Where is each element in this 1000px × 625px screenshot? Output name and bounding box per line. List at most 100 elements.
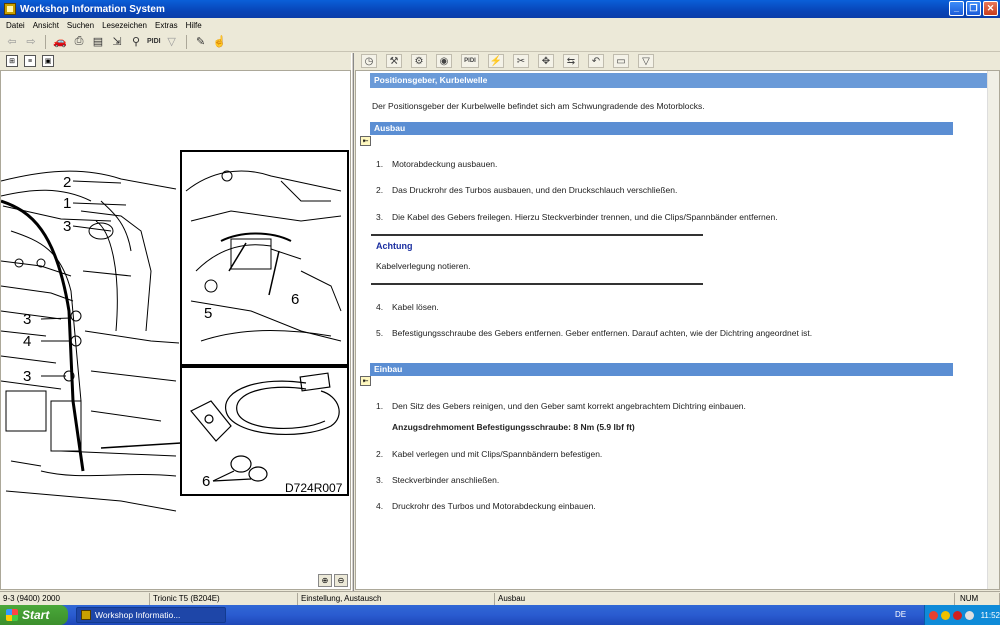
step-text: Die Kabel des Gebers freilegen. Hierzu S… (392, 212, 778, 222)
warning-note: Achtung Kabelverlegung notieren. (371, 234, 703, 285)
step-number: 4. (376, 302, 384, 312)
callout-3b: 3 (23, 311, 31, 328)
menu-hilfe[interactable]: Hilfe (182, 21, 206, 30)
step-number: 2. (376, 185, 384, 195)
step-marker-icon[interactable]: ⇤ (360, 376, 371, 386)
figure-code: D724R007 (285, 481, 343, 495)
menu-datei[interactable]: Datei (2, 21, 29, 30)
status-numlock: NUM (957, 593, 1000, 605)
pidi-button[interactable]: PIDI (147, 38, 161, 45)
callout-4: 4 (23, 333, 31, 350)
minimize-button[interactable]: _ (949, 1, 964, 16)
clock-icon[interactable]: ◷ (361, 54, 377, 68)
app-small-icon (81, 610, 91, 620)
pidi-tab-button[interactable]: PIDI (461, 54, 479, 68)
start-button[interactable]: Start (0, 605, 68, 625)
callout-6a: 6 (291, 291, 299, 308)
document-title: Positionsgeber, Kurbelwelle (370, 73, 999, 88)
step-number: 3. (376, 475, 384, 485)
help-pointer-icon[interactable]: ☝ (212, 34, 228, 50)
image-view-icon[interactable]: ▣ (42, 55, 54, 67)
list-view-icon[interactable]: ≡ (24, 55, 36, 67)
bookmark-pencil-icon[interactable]: ✎ (193, 34, 209, 50)
back-arrow-icon[interactable]: ⇦ (4, 34, 20, 50)
step-text: Kabel lösen. (392, 302, 439, 312)
zoom-in-icon[interactable]: ⊕ (318, 574, 332, 587)
tree-view-icon[interactable]: ⊞ (6, 55, 18, 67)
arrows-icon[interactable]: ⇆ (563, 54, 579, 68)
torque-spec: Anzugsdrehmoment Befestigungsschraube: 8… (392, 422, 635, 432)
right-pane-toolbar: ◷ ⚒ ⚙ ◉ PIDI ⚡ ✂ ✥ ⇆ ↶ ▭ ▽ (355, 53, 1000, 69)
menu-suchen[interactable]: Suchen (63, 21, 98, 30)
document-icon[interactable]: ▤ (90, 34, 106, 50)
callout-1: 1 (63, 195, 71, 212)
engine-icon[interactable]: ⚙ (411, 54, 427, 68)
step-text: Motorabdeckung ausbauen. (392, 159, 498, 169)
tray-network-icon[interactable] (940, 610, 950, 620)
einbau-heading: Einbau (370, 363, 953, 376)
diagnosis-icon[interactable]: ◉ (436, 54, 452, 68)
step-number: 2. (376, 449, 384, 459)
einbau-step-3: 3. Steckverbinder anschließen. (376, 475, 499, 485)
document-pane: Positionsgeber, Kurbelwelle Der Position… (355, 70, 1000, 590)
ausbau-step-4: 4. Kabel lösen. (376, 302, 439, 312)
maximize-button[interactable]: ❐ (966, 1, 981, 16)
start-label: Start (22, 608, 50, 622)
status-bar: 9-3 (9400) 2000 Trionic T5 (B204E) Einst… (0, 591, 1000, 605)
filter-small-icon[interactable]: ▽ (638, 54, 654, 68)
illustration-pane: 2 1 3 3 4 3 5 6 6 D724R007 ⊕ ⊖ (0, 70, 351, 590)
title-bar: Workshop Information System _ ❐ ✕ (0, 0, 1000, 18)
ausbau-step-3: 3. Die Kabel des Gebers freilegen. Hierz… (376, 212, 778, 222)
callout-3c: 3 (23, 368, 31, 385)
callout-3a: 3 (63, 218, 71, 235)
pane-splitter[interactable] (351, 53, 354, 591)
step-number: 4. (376, 501, 384, 511)
tray-alert-icon[interactable] (929, 610, 938, 620)
step-text: Befestigungsschraube des Gebers entferne… (392, 328, 813, 338)
taskbar-window-button[interactable]: Workshop Informatio... (76, 607, 226, 623)
zoom-out-icon[interactable]: ⊖ (334, 574, 348, 587)
step-marker-icon[interactable]: ⇤ (360, 136, 371, 146)
language-indicator[interactable]: DE (895, 610, 906, 619)
print-icon[interactable]: ⎙ (71, 34, 87, 50)
forward-arrow-icon[interactable]: ⇨ (23, 34, 39, 50)
window-title: Workshop Information System (20, 3, 165, 15)
window-controls: _ ❐ ✕ (949, 1, 998, 16)
filter-icon[interactable]: ▽ (164, 34, 180, 50)
note-text: Kabelverlegung notieren. (376, 261, 471, 271)
toolbar-separator (45, 34, 46, 49)
binoculars-icon[interactable]: ⚲ (128, 34, 144, 50)
panel-icon[interactable]: ▭ (613, 54, 629, 68)
menu-extras[interactable]: Extras (151, 21, 182, 30)
car-icon[interactable]: 🚗 (52, 34, 68, 50)
ausbau-heading: Ausbau (370, 122, 953, 135)
tray-volume-icon[interactable] (964, 610, 974, 620)
step-number: 1. (376, 401, 384, 411)
note-title: Achtung (376, 241, 413, 251)
step-number: 3. (376, 212, 384, 222)
menu-ansicht[interactable]: Ansicht (29, 21, 63, 30)
tools-icon[interactable]: ✂ (513, 54, 529, 68)
engine-illustration: 2 1 3 3 4 3 5 6 6 D724R007 (1, 150, 349, 512)
callout-2: 2 (63, 174, 71, 191)
main-toolbar: ⇦ ⇨ 🚗 ⎙ ▤ ⇲ ⚲ PIDI ▽ ✎ ☝ (0, 32, 1000, 52)
callout-6b: 6 (202, 473, 210, 490)
close-button[interactable]: ✕ (983, 1, 998, 16)
wrench-icon[interactable]: ⚒ (386, 54, 402, 68)
step-text: Den Sitz des Gebers reinigen, und den Ge… (392, 401, 746, 411)
toolbar-separator (185, 34, 187, 49)
application-window: Workshop Information System _ ❐ ✕ Datei … (0, 0, 1000, 625)
menu-bar: Datei Ansicht Suchen Lesezeichen Extras … (0, 18, 1000, 32)
tray-security-icon[interactable] (952, 610, 962, 620)
system-tray: 11:52 (924, 605, 1000, 625)
undo-icon[interactable]: ↶ (588, 54, 604, 68)
torch-icon[interactable]: ⚡ (488, 54, 504, 68)
step-number: 5. (376, 328, 384, 338)
menu-lesezeichen[interactable]: Lesezeichen (98, 21, 151, 30)
move-icon[interactable]: ✥ (538, 54, 554, 68)
export-icon[interactable]: ⇲ (109, 34, 125, 50)
step-text: Das Druckrohr des Turbos ausbauen, und d… (392, 185, 678, 195)
status-engine: Trionic T5 (B204E) (150, 593, 298, 605)
vertical-scrollbar[interactable] (987, 71, 999, 589)
status-category: Einstellung, Austausch (298, 593, 495, 605)
